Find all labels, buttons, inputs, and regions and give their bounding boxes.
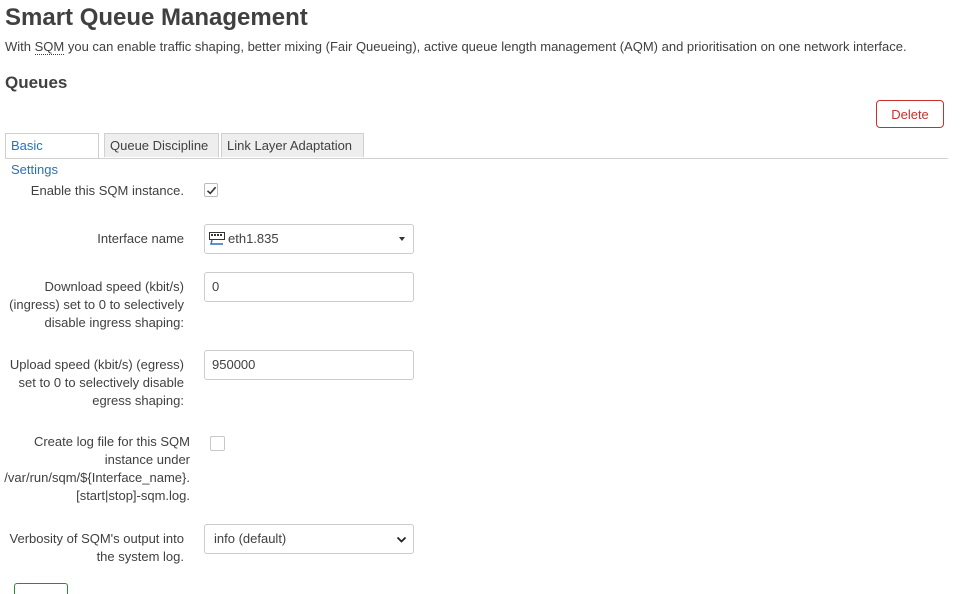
- enable-label: Enable this SQM instance.: [30, 183, 184, 198]
- upload-label-line-3: egress shaping:: [92, 393, 184, 408]
- download-label-line-3: disable ingress shaping:: [44, 315, 184, 330]
- section-title: Queues: [5, 73, 68, 92]
- download-row: Download speed (kbit/s) (ingress) set to…: [0, 278, 184, 334]
- interface-row: Interface name: [0, 229, 184, 249]
- verbosity-label-line-2: the system log.: [96, 549, 184, 564]
- download-label-line-1: Download speed (kbit/s): [44, 279, 184, 294]
- interface-label: Interface name: [97, 231, 184, 246]
- log-label-line-4: [start|stop]-sqm.log.: [76, 488, 190, 503]
- tab-queue-discipline[interactable]: Queue Discipline: [104, 133, 219, 157]
- enable-checkbox[interactable]: [204, 183, 218, 197]
- upload-label-line-2: set to 0 to selectively disable: [18, 375, 184, 390]
- upload-label-line-1: Upload speed (kbit/s) (egress): [9, 357, 184, 372]
- log-row: Create log file for this SQM instance un…: [0, 433, 190, 507]
- enable-row: Enable this SQM instance.: [0, 181, 184, 201]
- checkmark-icon: [206, 186, 217, 195]
- chevron-down-icon: [396, 536, 407, 543]
- verbosity-row: Verbosity of SQM's output into the syste…: [0, 530, 184, 568]
- delete-button[interactable]: Delete: [876, 100, 944, 128]
- verbosity-select[interactable]: info (default): [204, 524, 414, 554]
- upload-speed-input[interactable]: 950000: [204, 350, 414, 380]
- sqm-abbr: SQM: [34, 39, 65, 55]
- verbosity-value: info (default): [214, 531, 287, 546]
- interface-dropdown[interactable]: eth1.835: [204, 224, 414, 254]
- description-prefix: With: [5, 39, 35, 54]
- save-button[interactable]: [14, 583, 68, 594]
- download-label-line-2: (ingress) set to 0 to selectively: [9, 297, 184, 312]
- description-suffix: you can enable traffic shaping, better m…: [64, 39, 907, 54]
- tab-basic-settings[interactable]: Basic Settings: [5, 133, 99, 177]
- ethernet-port-icon: [209, 232, 225, 245]
- log-label-line-1: Create log file for this SQM: [33, 434, 190, 449]
- log-label-line-3: /var/run/sqm/${Interface_name}.: [4, 470, 190, 485]
- page-description: With SQM you can enable traffic shaping,…: [5, 39, 907, 55]
- interface-value: eth1.835: [228, 231, 279, 246]
- caret-down-icon: [399, 237, 405, 241]
- verbosity-label-line-1: Verbosity of SQM's output into: [9, 531, 184, 546]
- tab-link-layer-adaptation[interactable]: Link Layer Adaptation: [221, 133, 364, 157]
- tab-bar: Basic Settings Queue Discipline Link Lay…: [5, 133, 948, 177]
- download-speed-input[interactable]: 0: [204, 272, 414, 302]
- upload-row: Upload speed (kbit/s) (egress) set to 0 …: [0, 356, 184, 412]
- page-title: Smart Queue Management: [5, 4, 308, 31]
- log-checkbox[interactable]: [210, 436, 225, 451]
- log-label-line-2: instance under: [104, 452, 190, 467]
